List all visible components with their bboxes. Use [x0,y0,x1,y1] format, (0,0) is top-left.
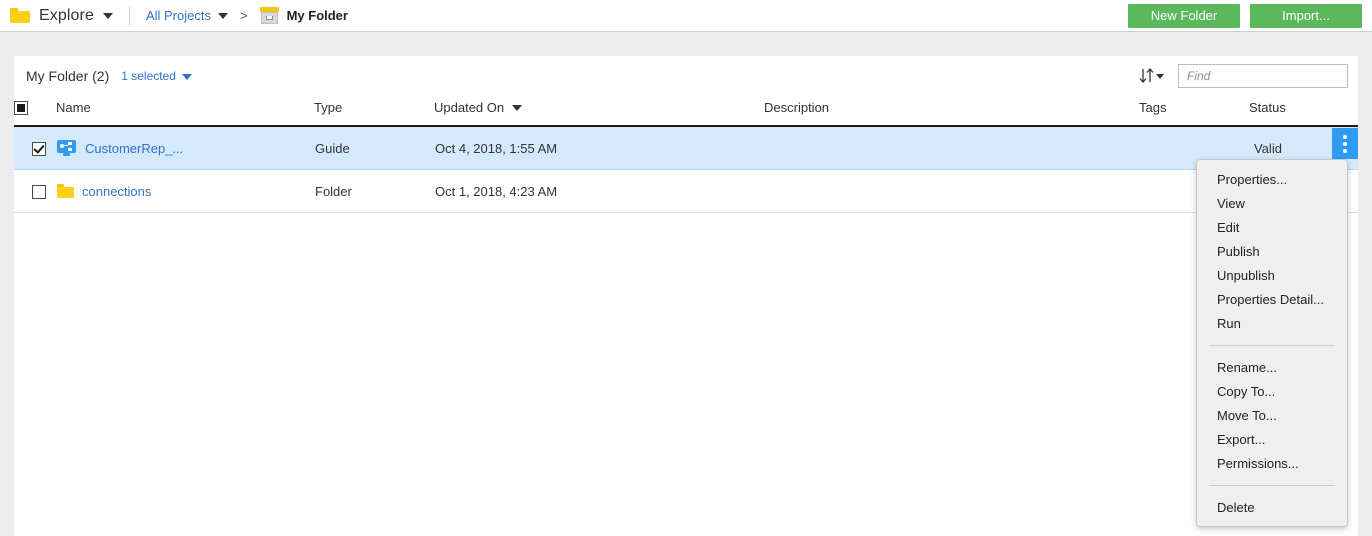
column-header-name[interactable]: Name [56,96,314,127]
row-name-link[interactable]: connections [82,184,151,199]
top-navigation-bar: Explore All Projects > My Folder New Fol… [0,0,1372,32]
row-description [764,126,1139,170]
sort-descending-icon [512,105,523,112]
row-name-link[interactable]: CustomerRep_... [85,141,183,156]
column-header-status[interactable]: Status [1249,96,1358,127]
context-menu-item-edit[interactable]: Edit [1197,216,1347,240]
column-header-updated-on[interactable]: Updated On [434,96,764,127]
context-menu-item-move-to[interactable]: Move To... [1197,404,1347,428]
row-select-cell[interactable] [14,126,56,170]
row-type: Guide [314,126,434,170]
row-updated-on: Oct 1, 2018, 4:23 AM [434,169,764,213]
context-menu-item-publish[interactable]: Publish [1197,240,1347,264]
table-body: CustomerRep_... Guide Oct 4, 2018, 1:55 … [14,126,1358,213]
row-updated-on: Oct 4, 2018, 1:55 AM [434,126,764,170]
column-header-updated-on-label: Updated On [434,99,505,115]
table-row[interactable]: connections Folder Oct 1, 2018, 4:23 AM [14,169,1358,213]
row-checkbox[interactable] [32,184,46,199]
kebab-dot-icon [1343,148,1347,153]
explore-label: Explore [39,6,94,24]
column-header-tags[interactable]: Tags [1139,96,1249,127]
column-header-type[interactable]: Type [314,96,434,127]
topbar-actions: New Folder Import... [1128,3,1372,28]
selected-count-dropdown[interactable]: 1 selected [121,69,192,83]
folder-icon [57,184,74,198]
context-menu-item-delete[interactable]: Delete [1197,496,1347,520]
context-menu-item-rename[interactable]: Rename... [1197,356,1347,380]
folder-icon [10,8,30,23]
context-menu-separator [1209,345,1335,346]
kebab-dot-icon [1343,134,1347,139]
explore-menu[interactable]: Explore [0,7,113,25]
kebab-dot-icon [1343,141,1347,146]
context-menu-item-permissions[interactable]: Permissions... [1197,452,1347,476]
breadcrumb-current-folder: My Folder [286,8,348,23]
column-header-description[interactable]: Description [764,96,1139,127]
breadcrumb-all-projects[interactable]: All Projects [146,8,211,23]
context-menu-item-view[interactable]: View [1197,192,1347,216]
row-checkbox[interactable] [32,141,46,156]
sort-icon[interactable] [1138,66,1164,86]
context-menu-item-export[interactable]: Export... [1197,428,1347,452]
breadcrumb: All Projects > My Folder [146,7,348,24]
divider [128,5,130,26]
chevron-down-icon[interactable] [102,12,113,19]
row-name-cell: CustomerRep_... [56,126,314,170]
guide-monitor-icon [57,140,76,156]
breadcrumb-separator: > [239,8,248,23]
page-title: My Folder (2) [26,68,110,84]
import-button[interactable]: Import... [1250,3,1362,28]
content-panel: My Folder (2) 1 selected Find Name Type … [14,56,1358,536]
context-menu-item-run[interactable]: Run [1197,312,1347,336]
breadcrumb-chevron-down-icon[interactable] [217,12,228,19]
toolbar-right [1138,64,1358,88]
status-badge: Valid [1254,140,1282,156]
table-header-row: Name Type Updated On Description Tags St… [14,96,1358,127]
row-select-cell[interactable] [14,169,56,213]
chevron-down-icon [181,74,192,80]
items-table: Name Type Updated On Description Tags St… [14,96,1358,213]
row-context-menu: Properties... View Edit Publish Unpublis… [1196,159,1348,527]
context-menu-item-properties[interactable]: Properties... [1197,168,1347,192]
context-menu-separator [1209,485,1335,486]
row-name-cell: connections [56,169,314,213]
panel-toolbar: My Folder (2) 1 selected [14,56,1358,96]
search-input[interactable] [1178,64,1348,88]
selected-count-label: 1 selected [121,69,176,83]
table-header: Name Type Updated On Description Tags St… [14,96,1358,127]
select-all-checkbox[interactable] [14,100,28,115]
archive-box-icon [259,7,279,24]
context-menu-item-copy-to[interactable]: Copy To... [1197,380,1347,404]
new-folder-button[interactable]: New Folder [1128,3,1240,28]
row-type: Folder [314,169,434,213]
row-description [764,169,1139,213]
row-actions-kebab-button[interactable] [1332,128,1358,159]
column-select-all[interactable] [14,96,56,127]
context-menu-item-properties-detail[interactable]: Properties Detail... [1197,288,1347,312]
context-menu-item-unpublish[interactable]: Unpublish [1197,264,1347,288]
table-row[interactable]: CustomerRep_... Guide Oct 4, 2018, 1:55 … [14,126,1358,170]
